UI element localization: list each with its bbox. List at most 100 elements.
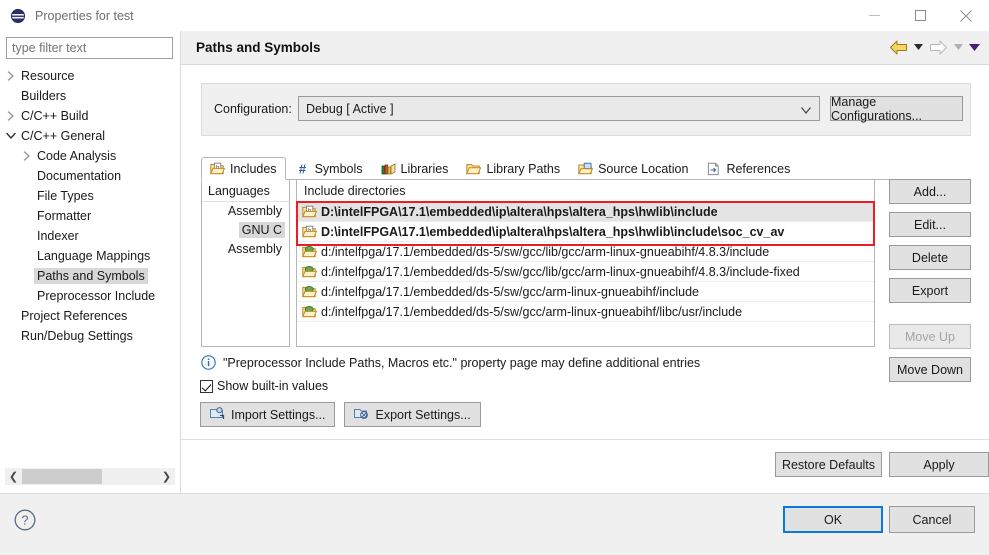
sidebar-item-preprocessor-include[interactable]: Preprocessor Include (0, 286, 181, 306)
forward-menu-chevron-down-icon[interactable] (951, 38, 965, 56)
sidebar-item-c-c-build[interactable]: C/C++ Build (0, 106, 181, 126)
edit-button[interactable]: Edit... (889, 212, 971, 237)
include-directory-row[interactable]: d:/intelfpga/17.1/embedded/ds-5/sw/gcc/a… (297, 282, 874, 302)
sidebar-item-label: C/C++ General (18, 128, 108, 144)
sidebar-item-project-references[interactable]: Project References (0, 306, 181, 326)
tree-spacer (20, 286, 34, 306)
paths-symbols-tabs[interactable]: hIncludes#Symbols Libraries Library PathsS… (201, 157, 971, 180)
view-menu-icon[interactable] (967, 38, 981, 56)
include-directory-row[interactable]: d:/intelfpga/17.1/embedded/ds-5/sw/gcc/l… (297, 242, 874, 262)
sidebar-item-language-mappings[interactable]: Language Mappings (0, 246, 181, 266)
title-bar: Properties for test (0, 0, 989, 31)
info-icon (201, 355, 216, 370)
export-settings-button[interactable]: Export Settings... (344, 402, 480, 427)
tree-spacer (4, 326, 18, 346)
configuration-group: Configuration: Debug [ Active ] Manage C… (201, 83, 971, 136)
language-item[interactable]: Assembly (202, 240, 289, 259)
include-directory-path: D:\intelFPGA\17.1\embedded\ip\altera\hps… (321, 205, 718, 219)
tab-library-paths[interactable]: Library Paths (457, 157, 569, 180)
sidebar-item-code-analysis[interactable]: Code Analysis (0, 146, 181, 166)
tab-label: Libraries (401, 162, 449, 176)
forward-arrow-icon[interactable] (927, 38, 949, 56)
list-action-buttons: Add...Edit...DeleteExportMove UpMove Dow… (889, 179, 971, 390)
ok-button[interactable]: OK (783, 506, 883, 533)
sidebar-item-documentation[interactable]: Documentation (0, 166, 181, 186)
sidebar-item-resource[interactable]: Resource (0, 66, 181, 86)
import-settings-button[interactable]: Import Settings... (200, 402, 335, 427)
include-directory-path: d:/intelfpga/17.1/embedded/ds-5/sw/gcc/l… (321, 265, 800, 279)
include-directory-row[interactable]: d:/intelfpga/17.1/embedded/ds-5/sw/gcc/a… (297, 302, 874, 322)
export-button[interactable]: Export (889, 278, 971, 303)
language-label: GNU C (239, 222, 285, 238)
sidebar-item-paths-and-symbols[interactable]: Paths and Symbols (0, 266, 181, 286)
sidebar-item-label: Indexer (34, 228, 82, 244)
scroll-right-icon[interactable]: ❯ (158, 468, 175, 485)
include-directory-row[interactable]: d:/intelfpga/17.1/embedded/ds-5/sw/gcc/l… (297, 262, 874, 282)
open-folder-icon (466, 162, 481, 176)
show-builtin-values-row[interactable]: Show built-in values (200, 379, 328, 393)
language-item[interactable]: GNU C (202, 221, 289, 240)
include-directories-header: Include directories (297, 180, 874, 202)
sidebar-item-file-types[interactable]: File Types (0, 186, 181, 206)
builtin-folder-icon (302, 245, 317, 259)
sidebar-item-run-debug-settings[interactable]: Run/Debug Settings (0, 326, 181, 346)
svg-text:#: # (298, 162, 306, 176)
include-directory-row[interactable]: hD:\intelFPGA\17.1\embedded\ip\altera\hp… (297, 222, 874, 242)
language-item[interactable]: Assembly (202, 202, 289, 221)
language-label: Assembly (225, 241, 285, 257)
tree-spacer (20, 166, 34, 186)
sidebar-item-label: Formatter (34, 208, 94, 224)
info-message-row: "Preprocessor Include Paths, Macros etc.… (201, 355, 700, 370)
tab-includes[interactable]: hIncludes (201, 157, 286, 180)
configuration-label: Configuration: (214, 102, 292, 116)
sidebar-item-builders[interactable]: Builders (0, 86, 181, 106)
import-settings-icon (210, 406, 225, 423)
manage-configurations-button[interactable]: Manage Configurations... (830, 96, 963, 121)
restore-defaults-button[interactable]: Restore Defaults (775, 452, 882, 477)
tree-spacer (20, 226, 34, 246)
include-directory-path: d:/intelfpga/17.1/embedded/ds-5/sw/gcc/a… (321, 285, 699, 299)
chevron-right-icon (4, 66, 18, 86)
sidebar-item-indexer[interactable]: Indexer (0, 226, 181, 246)
include-directories-list[interactable]: Include directories hD:\intelFPGA\17.1\e… (296, 179, 875, 347)
includes-tab-panel: Languages AssemblyGNU CAssembly Include … (201, 179, 971, 380)
close-icon[interactable] (943, 0, 989, 31)
filter-input[interactable] (6, 37, 173, 59)
tree-horizontal-scrollbar[interactable]: ❮ ❯ (5, 468, 175, 485)
back-arrow-icon[interactable] (887, 38, 909, 56)
apply-button[interactable]: Apply (889, 452, 989, 477)
tab-source-location[interactable]: Source Location (569, 157, 697, 180)
scrollbar-thumb[interactable] (22, 469, 102, 484)
settings-tree[interactable]: ResourceBuildersC/C++ Build C/C++ General… (0, 66, 181, 346)
tab-symbols[interactable]: #Symbols (286, 157, 372, 180)
help-icon[interactable]: ? (14, 509, 36, 531)
reference-doc-icon (706, 162, 721, 176)
sidebar-item-formatter[interactable]: Formatter (0, 206, 181, 226)
show-builtin-checkbox[interactable] (200, 380, 213, 393)
settings-buttons-row: Import Settings... Export Settings... (200, 402, 481, 427)
export-settings-label: Export Settings... (375, 408, 470, 422)
delete-button[interactable]: Delete (889, 245, 971, 270)
cancel-button[interactable]: Cancel (889, 506, 975, 533)
include-directory-path: d:/intelfpga/17.1/embedded/ds-5/sw/gcc/a… (321, 305, 742, 319)
sidebar-item-label: Language Mappings (34, 248, 153, 264)
sidebar-item-label: Paths and Symbols (34, 268, 148, 284)
tree-spacer (20, 266, 34, 286)
include-directory-row[interactable]: hD:\intelFPGA\17.1\embedded\ip\altera\hp… (297, 202, 874, 222)
page-content: Configuration: Debug [ Active ] Manage C… (181, 65, 989, 493)
back-menu-chevron-down-icon[interactable] (911, 38, 925, 56)
move-down-button[interactable]: Move Down (889, 357, 971, 382)
maximize-icon[interactable] (897, 0, 943, 31)
apply-row: Restore Defaults Apply (181, 439, 989, 493)
languages-list[interactable]: Languages AssemblyGNU CAssembly (201, 179, 290, 347)
properties-page: Paths and Symbols (181, 31, 989, 493)
tab-references[interactable]: References (697, 157, 799, 180)
minimize-icon[interactable] (851, 0, 897, 31)
sidebar-item-c-c-general[interactable]: C/C++ General (0, 126, 181, 146)
builtin-folder-icon (302, 285, 317, 299)
configuration-select[interactable]: Debug [ Active ] (298, 96, 820, 121)
tab-libraries[interactable]: Libraries (372, 157, 458, 180)
scroll-left-icon[interactable]: ❮ (5, 468, 22, 485)
svg-text:?: ? (22, 514, 29, 528)
add-button[interactable]: Add... (889, 179, 971, 204)
